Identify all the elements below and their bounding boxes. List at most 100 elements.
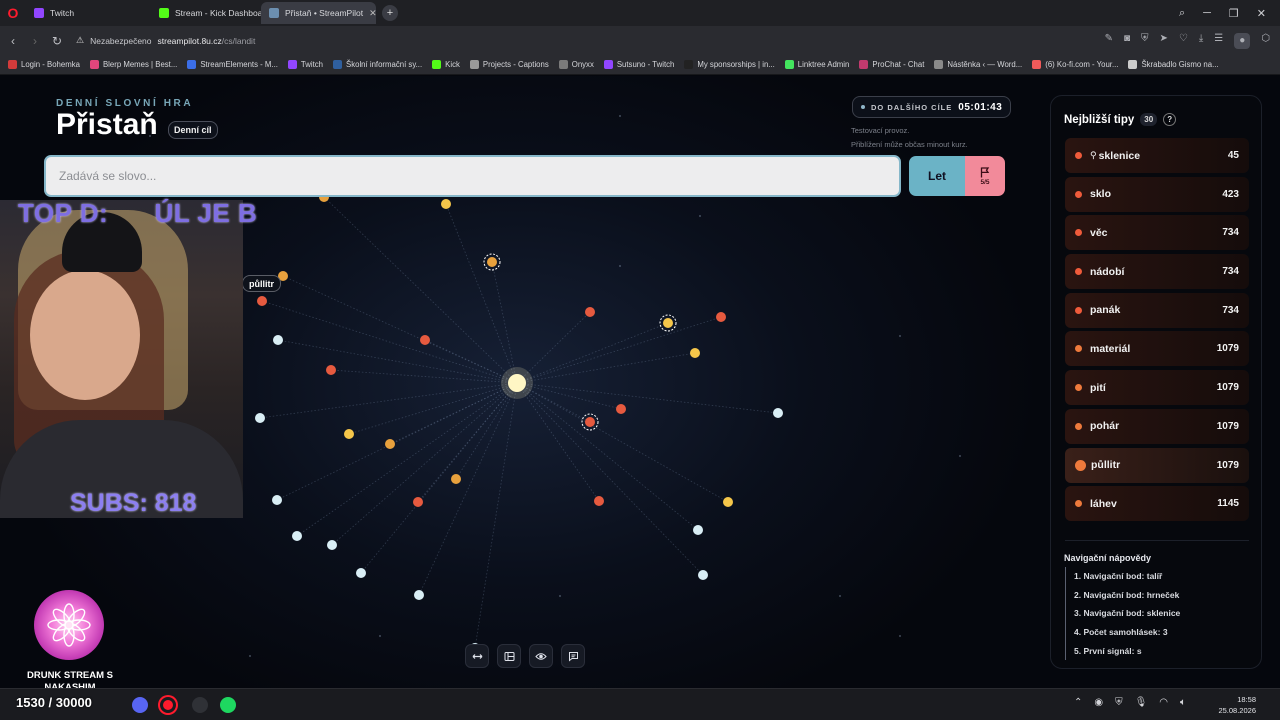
bookmark-item[interactable]: Sutsuno - Twitch <box>603 60 674 69</box>
graph-node[interactable] <box>273 335 283 345</box>
graph-node[interactable] <box>356 568 366 578</box>
bookmark-item[interactable]: Nástěnka ‹ — Word... <box>934 60 1022 69</box>
tip-row[interactable]: ⚲ sklenice 45 <box>1065 138 1249 173</box>
shield-icon[interactable]: ⛨ <box>1141 33 1149 49</box>
layout-tool-button[interactable] <box>497 644 521 668</box>
lotus-icon <box>47 603 91 647</box>
tip-row[interactable]: nádobí 734 <box>1065 254 1249 290</box>
graph-node[interactable] <box>585 417 595 427</box>
bookmark-item[interactable]: Twitch <box>287 60 323 69</box>
chat-tool-button[interactable] <box>561 644 585 668</box>
reload-icon[interactable]: ↻ <box>46 34 68 48</box>
bookmark-item[interactable]: Login - Bohemka <box>8 60 80 69</box>
bookmark-item[interactable]: Projects - Captions <box>469 60 549 69</box>
bookmark-item[interactable]: Linktree Admin <box>784 60 849 69</box>
tip-row[interactable]: panák 734 <box>1065 292 1249 328</box>
graph-node[interactable] <box>616 404 626 414</box>
graph-node[interactable] <box>716 312 726 322</box>
graph-node[interactable] <box>663 318 673 328</box>
graph-node[interactable] <box>594 496 604 506</box>
graph-node[interactable] <box>344 429 354 439</box>
heart-icon[interactable]: ♡ <box>1179 33 1188 49</box>
tab-kick-dashboard[interactable]: Stream - Kick Dashboard <box>151 2 261 24</box>
graph-node[interactable] <box>773 408 783 418</box>
search-tabs-icon[interactable]: ⌕ <box>1179 7 1185 20</box>
opera-menu-icon[interactable]: O <box>0 0 26 26</box>
tab-streampilot[interactable]: Přistaň • StreamPilot ✕ <box>261 2 376 24</box>
tab-twitch[interactable]: Twitch <box>26 2 151 24</box>
bookmark-item[interactable]: StreamElements - M... <box>187 60 278 69</box>
graph-node[interactable] <box>585 307 595 317</box>
volume-icon[interactable]: 🔈︎ <box>1180 697 1186 708</box>
steam-icon[interactable]: ◉ <box>1094 697 1103 708</box>
bookmark-item[interactable]: ProChat - Chat <box>859 60 924 69</box>
view-tool-button[interactable] <box>529 644 553 668</box>
spotify-icon[interactable] <box>220 697 236 713</box>
graph-node[interactable] <box>414 590 424 600</box>
help-icon[interactable]: ? <box>1163 113 1177 126</box>
tip-row[interactable]: půllitr 1079 <box>1065 447 1249 483</box>
back-icon[interactable]: ‹ <box>2 34 24 48</box>
graph-node[interactable] <box>698 570 708 580</box>
tip-row[interactable]: pohár 1079 <box>1065 408 1249 444</box>
tip-row[interactable]: materiál 1079 <box>1065 331 1249 367</box>
graph-node[interactable] <box>255 413 265 423</box>
obs-icon[interactable] <box>192 697 208 713</box>
restore-icon[interactable]: ❐ <box>1229 7 1239 20</box>
bookmark-item[interactable]: Blerp Memes | Best... <box>89 60 177 69</box>
graph-node[interactable] <box>413 497 423 507</box>
profile-icon[interactable]: ● <box>1234 32 1251 49</box>
easy-setup-icon[interactable]: ☰ <box>1214 33 1223 49</box>
shield-tray-icon[interactable]: ⛨ <box>1115 697 1123 708</box>
close-tab-icon[interactable]: ✕ <box>369 8 376 19</box>
chevron-up-icon[interactable]: ⌃ <box>1074 697 1082 708</box>
tip-row[interactable]: pití 1079 <box>1065 370 1249 406</box>
graph-node[interactable] <box>441 199 451 209</box>
pan-tool-button[interactable] <box>465 644 489 668</box>
bookmark-item[interactable]: My sponsorships | in... <box>684 60 775 69</box>
graph-node[interactable] <box>292 531 302 541</box>
download-icon[interactable]: ⤓ <box>1199 33 1203 49</box>
wifi-icon[interactable]: ◠ <box>1159 697 1168 708</box>
extensions-icon[interactable]: ⬡ <box>1261 33 1270 49</box>
camera-icon[interactable]: ◙ <box>1124 33 1130 49</box>
flag-button[interactable]: 5/5 <box>965 156 1005 196</box>
tip-word: láhev <box>1090 497 1117 510</box>
pin-icon: ⚲ <box>1090 150 1097 160</box>
graph-node[interactable] <box>690 348 700 358</box>
tip-word: nádobí <box>1090 265 1125 278</box>
graph-node[interactable] <box>257 296 267 306</box>
new-tab-button[interactable]: + <box>382 5 398 21</box>
bookmark-item[interactable]: Školní informační sy... <box>333 60 422 69</box>
close-window-icon[interactable]: ✕ <box>1257 7 1266 20</box>
tip-word: materiál <box>1090 342 1131 355</box>
graph-node[interactable] <box>272 495 282 505</box>
submit-guess-button[interactable]: Let <box>909 156 965 196</box>
url-field[interactable]: ⚠ Nezabezpečeno streampilot.8u.cz/cs/lan… <box>76 35 255 46</box>
send-icon[interactable]: ➤ <box>1160 33 1168 49</box>
minimize-icon[interactable]: ─ <box>1203 7 1211 20</box>
graph-node[interactable] <box>420 335 430 345</box>
graph-node[interactable] <box>385 439 395 449</box>
bookmark-item[interactable]: Kick <box>432 60 460 69</box>
graph-node[interactable] <box>326 365 336 375</box>
clock[interactable]: 18:58 25.08.2026 <box>1218 694 1256 716</box>
graph-node[interactable] <box>693 525 703 535</box>
target-node[interactable] <box>508 374 526 392</box>
tip-row[interactable]: láhev 1145 <box>1065 486 1249 522</box>
edit-icon[interactable]: ✎ <box>1105 33 1113 49</box>
bookmark-item[interactable]: Škrabadlo Gismo na... <box>1128 60 1219 69</box>
opera-taskbar-icon[interactable] <box>160 697 176 713</box>
graph-node[interactable] <box>723 497 733 507</box>
bookmark-item[interactable]: (6) Ko-fi.com - Your... <box>1032 60 1118 69</box>
graph-node[interactable] <box>327 540 337 550</box>
graph-node[interactable] <box>487 257 497 267</box>
bookmark-item[interactable]: Onyxx <box>558 60 594 69</box>
tip-row[interactable]: sklo 423 <box>1065 176 1249 212</box>
discord-icon[interactable] <box>132 697 148 713</box>
forward-icon[interactable]: › <box>24 34 46 48</box>
guess-input[interactable] <box>44 155 901 197</box>
tip-row[interactable]: věc 734 <box>1065 215 1249 251</box>
graph-node[interactable] <box>451 474 461 484</box>
microphone-icon[interactable]: 🎙︎ <box>1135 697 1148 708</box>
